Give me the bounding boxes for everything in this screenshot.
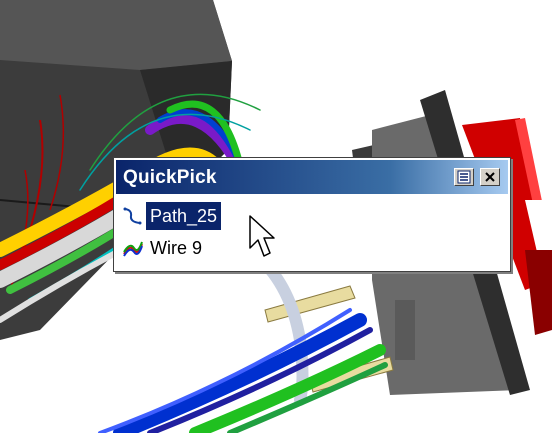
list-options-button[interactable] (454, 168, 474, 186)
list-item-label: Path_25 (146, 202, 222, 230)
quickpick-title-bar[interactable]: QuickPick (116, 160, 508, 194)
list-item-label: Wire 9 (150, 238, 203, 258)
close-icon (485, 172, 495, 182)
list-menu-icon (457, 170, 471, 184)
quickpick-list: Path_25 Wire 9 (120, 200, 504, 265)
path-icon (123, 207, 142, 225)
mouse-pointer-icon (249, 215, 275, 257)
quickpick-dialog: QuickPick Path_25 Wire 9 (113, 157, 511, 272)
wire-runs (98, 244, 388, 433)
wire-icon (123, 241, 143, 257)
close-button[interactable] (480, 168, 500, 186)
quickpick-title: QuickPick (123, 167, 217, 188)
